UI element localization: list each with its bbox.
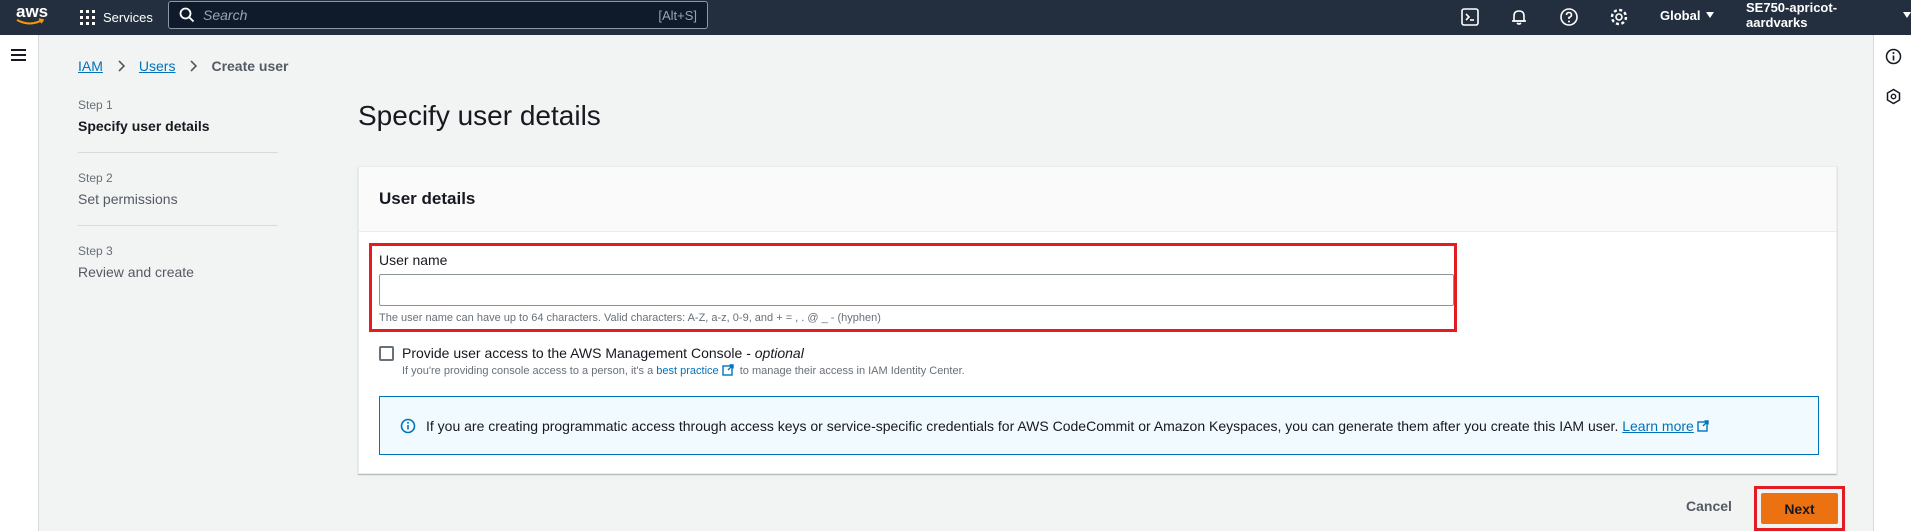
- external-link-icon: [1697, 419, 1709, 432]
- step-number: Step 2: [78, 171, 113, 185]
- username-hint: The user name can have up to 64 characte…: [379, 312, 881, 324]
- console-access-description: If you're providing console access to a …: [402, 364, 965, 377]
- feedback-icon[interactable]: [1885, 88, 1902, 105]
- chevron-right-icon: [118, 60, 126, 72]
- breadcrumb-users[interactable]: Users: [139, 58, 176, 74]
- console-access-option: Provide user access to the AWS Managemen…: [379, 345, 965, 377]
- next-button-highlight: Next: [1754, 486, 1845, 531]
- chevron-down-icon: [1706, 12, 1715, 18]
- search-placeholder: Search: [203, 7, 248, 23]
- console-access-label[interactable]: Provide user access to the AWS Managemen…: [402, 345, 965, 361]
- step-1[interactable]: Step 1 Specify user details: [78, 98, 278, 153]
- step-title: Set permissions: [78, 191, 178, 207]
- info-alert-text: If you are creating programmatic access …: [426, 417, 1619, 434]
- region-selector[interactable]: Global: [1660, 0, 1715, 30]
- step-number: Step 3: [78, 244, 113, 258]
- breadcrumb-current: Create user: [211, 58, 289, 74]
- learn-more-link[interactable]: Learn more: [1622, 418, 1694, 434]
- optional-label: optional: [754, 345, 804, 361]
- services-label: Services: [103, 10, 153, 25]
- panel-title: User details: [379, 189, 476, 208]
- aws-logo[interactable]: aws: [16, 3, 48, 29]
- username-label: User name: [379, 252, 448, 268]
- step-2: Step 2 Set permissions: [78, 171, 278, 226]
- cancel-button[interactable]: Cancel: [1686, 498, 1732, 514]
- console-access-checkbox[interactable]: [379, 346, 394, 361]
- step-3: Step 3 Review and create: [78, 244, 278, 298]
- top-navigation: aws Services Search [Alt+S] Global SE750…: [0, 0, 1911, 35]
- chevron-down-icon: [1903, 12, 1911, 18]
- username-input[interactable]: [379, 274, 1454, 306]
- bell-icon[interactable]: [1509, 7, 1529, 27]
- step-number: Step 1: [78, 98, 113, 112]
- chevron-right-icon: [190, 60, 198, 72]
- wizard-steps: Step 1 Specify user details Step 2 Set p…: [78, 98, 278, 316]
- help-icon[interactable]: [1559, 7, 1579, 27]
- page-title: Specify user details: [358, 100, 601, 131]
- step-title: Review and create: [78, 264, 194, 280]
- info-icon[interactable]: [1885, 48, 1902, 65]
- panel-header: User details: [359, 167, 1836, 232]
- search-shortcut: [Alt+S]: [658, 7, 697, 23]
- next-button[interactable]: Next: [1761, 493, 1838, 524]
- account-menu[interactable]: SE750-apricot-aardvarks: [1746, 0, 1911, 30]
- username-field-group: User name The user name can have up to 6…: [369, 243, 1457, 332]
- services-menu-button[interactable]: Services: [80, 0, 153, 35]
- info-circle-icon: [400, 418, 416, 433]
- left-navigation-rail: [0, 35, 39, 531]
- cloudshell-icon[interactable]: [1460, 7, 1480, 27]
- breadcrumb: IAM Users Create user: [78, 58, 289, 74]
- best-practice-link[interactable]: best practice: [656, 365, 718, 377]
- external-link-icon: [721, 364, 734, 376]
- search-icon: [179, 7, 195, 23]
- menu-icon[interactable]: [11, 49, 26, 61]
- region-label: Global: [1660, 7, 1701, 23]
- user-details-panel: User details User name The user name can…: [358, 166, 1837, 474]
- step-title: Specify user details: [78, 118, 210, 134]
- settings-icon[interactable]: [1609, 7, 1629, 27]
- breadcrumb-iam[interactable]: IAM: [78, 58, 103, 74]
- grid-icon: [80, 10, 95, 25]
- right-tools-rail: [1873, 35, 1911, 531]
- account-label: SE750-apricot-aardvarks: [1746, 0, 1838, 30]
- info-alert: If you are creating programmatic access …: [379, 396, 1819, 455]
- search-input[interactable]: Search [Alt+S]: [168, 1, 708, 29]
